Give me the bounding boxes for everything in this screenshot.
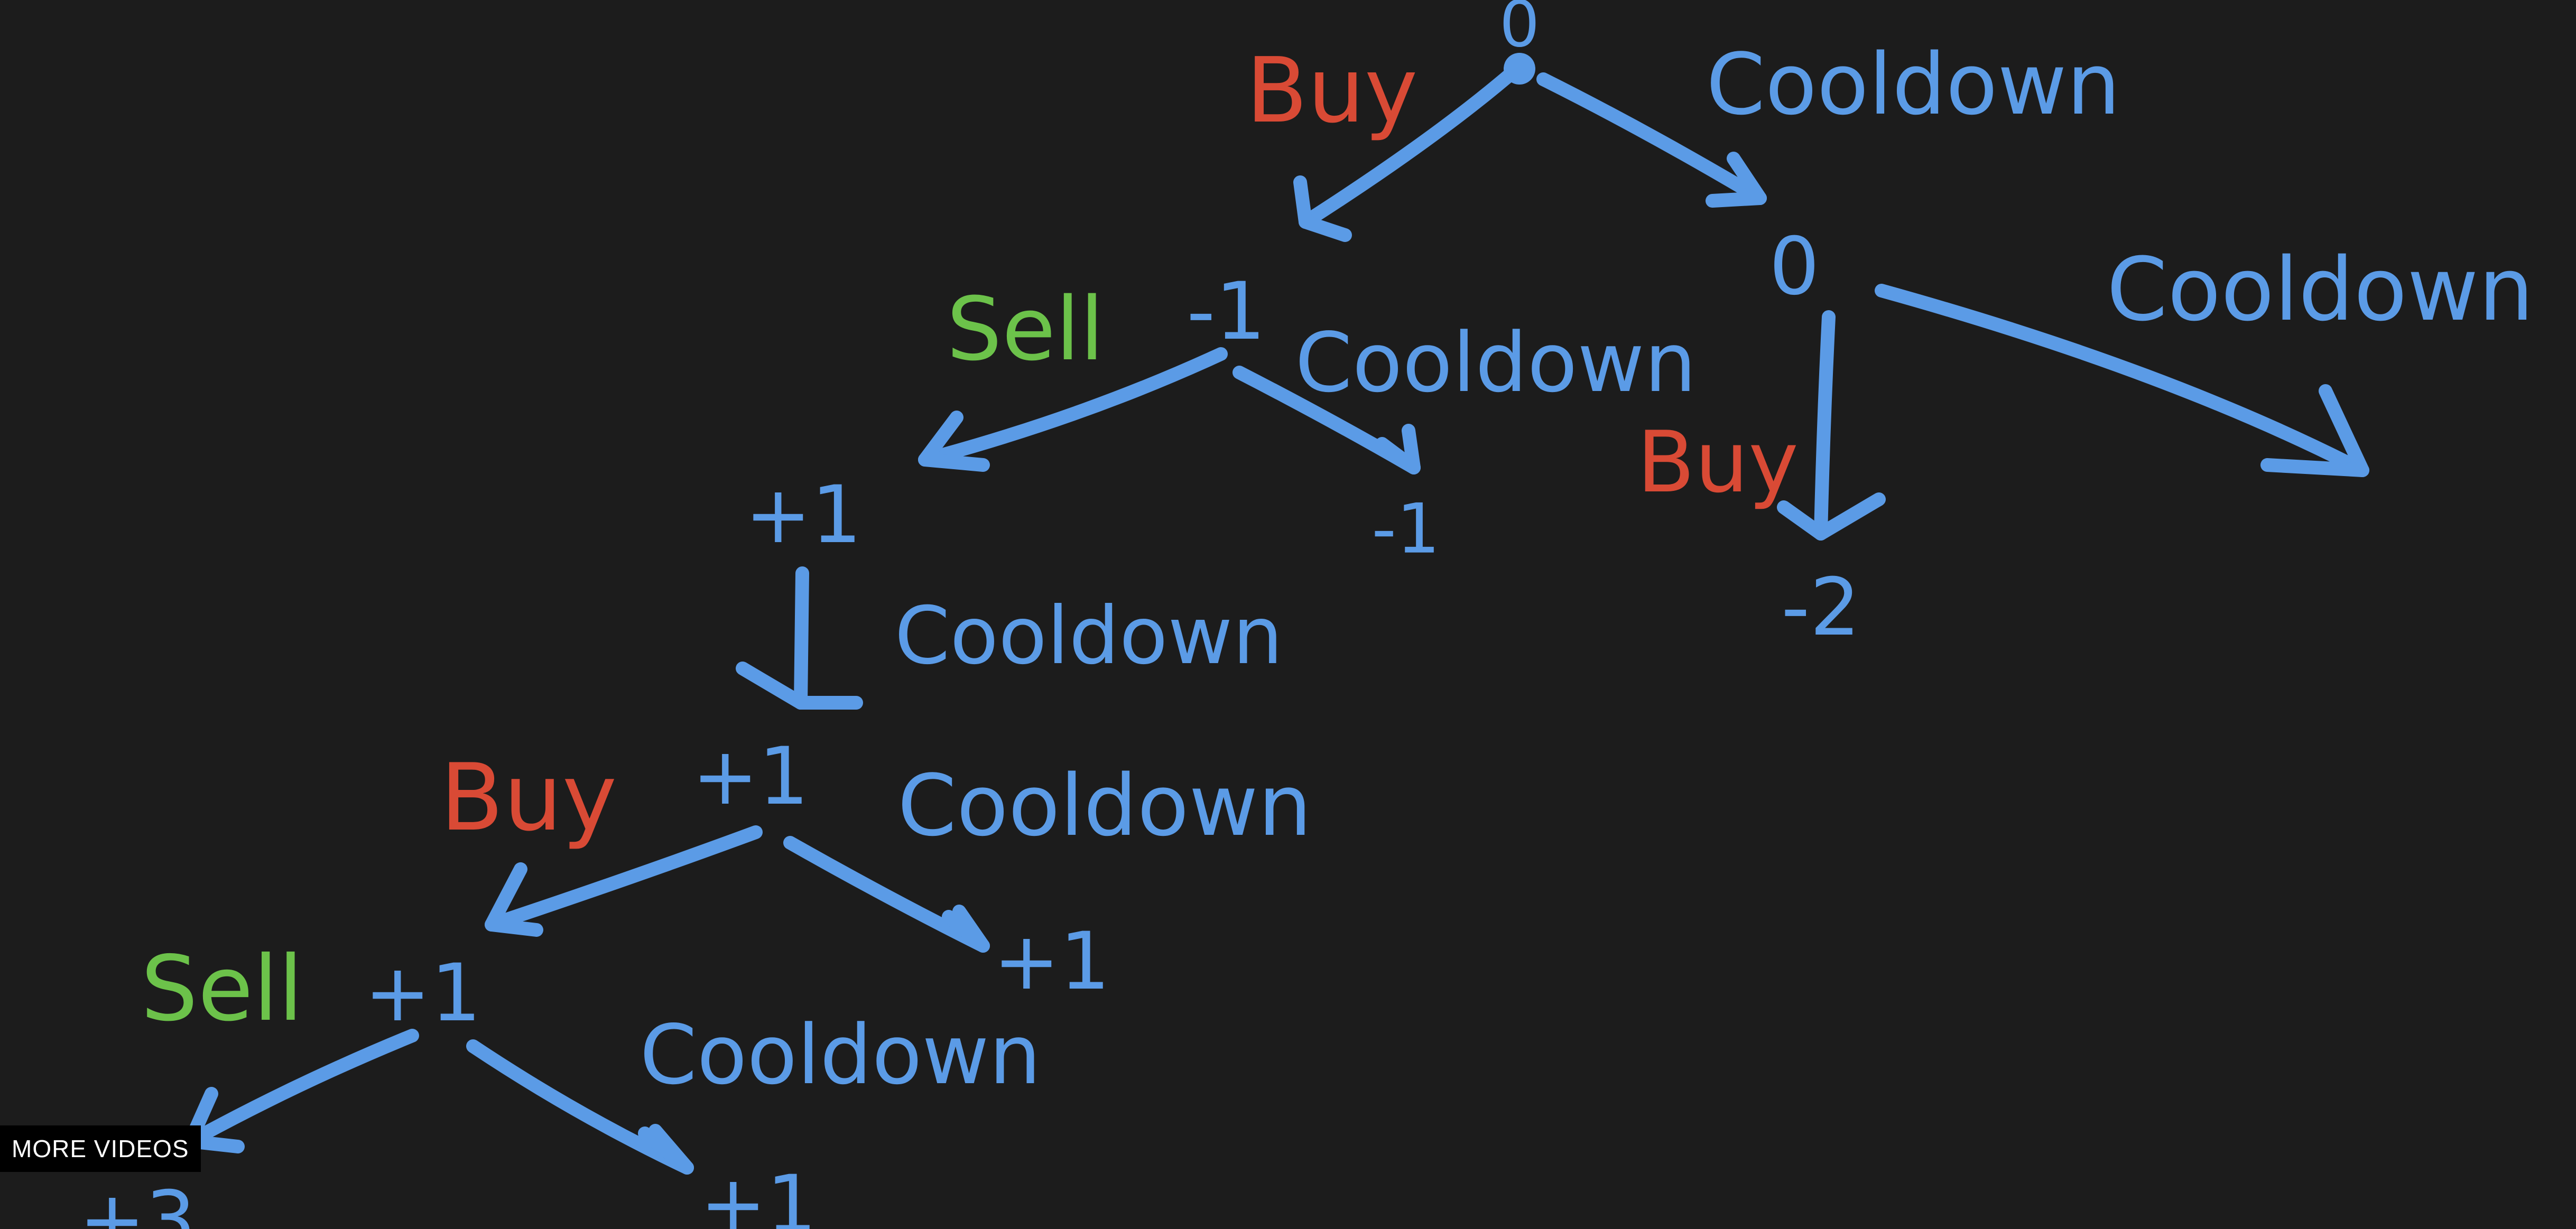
edge-label-buy: Buy [1246, 39, 1418, 143]
edge-label-cooldown: Cooldown [640, 1007, 1041, 1103]
root-dot-icon [1504, 53, 1535, 85]
edge-label-cooldown: Cooldown [895, 590, 1283, 682]
arrowhead-icon [485, 862, 543, 937]
decision-tree-diagram: Buy CooldownSell CooldownBuyCooldownCooldo… [79, 0, 2534, 1229]
more-videos-button[interactable]: MORE VIDEOS [0, 1125, 201, 1172]
edge-label-cooldown: Cooldown [1295, 315, 1696, 411]
tree-node-value: +1 [993, 916, 1110, 1008]
tree-node-value: +1 [364, 947, 481, 1039]
edge-label-sell: Sell [141, 937, 303, 1041]
edge-label-sell: Sell [947, 278, 1104, 380]
tree-node-value: +1 [700, 1159, 817, 1229]
tree-edge-sell [183, 1029, 419, 1153]
edge-label-cooldown: Cooldown [2107, 239, 2534, 340]
tree-node-value: -2 [1781, 562, 1860, 654]
whiteboard-canvas: Buy Cooldown Sell Cooldown Buy Cooldown Cooldo… [0, 0, 2576, 1229]
tree-node-value: +3 [79, 1175, 196, 1229]
edge-label-cooldown: Cooldown [897, 756, 1312, 855]
tree-node-value: -1 [1187, 266, 1266, 358]
tree-edge-cooldown [736, 566, 863, 710]
edge-arrow-line [794, 566, 809, 710]
edge-arrow-line [1814, 310, 1836, 541]
tree-node-value: +1 [745, 469, 861, 561]
tree-node-value: -1 [1372, 489, 1440, 569]
tree-node-value: +1 [692, 731, 809, 823]
edge-label-cooldown: Cooldown [1706, 35, 2120, 134]
edge-arrow-line [183, 1029, 419, 1148]
edge-label-buy: Buy [1637, 413, 1799, 511]
tree-edge-cooldown [783, 836, 990, 953]
tree-node-value: 0 [1769, 221, 1819, 313]
tree-node-value: 0 [1499, 0, 1540, 62]
arrowhead-icon [1375, 424, 1421, 474]
edge-label-buy: Buy [440, 744, 617, 852]
edge-arrow-line [783, 836, 990, 953]
